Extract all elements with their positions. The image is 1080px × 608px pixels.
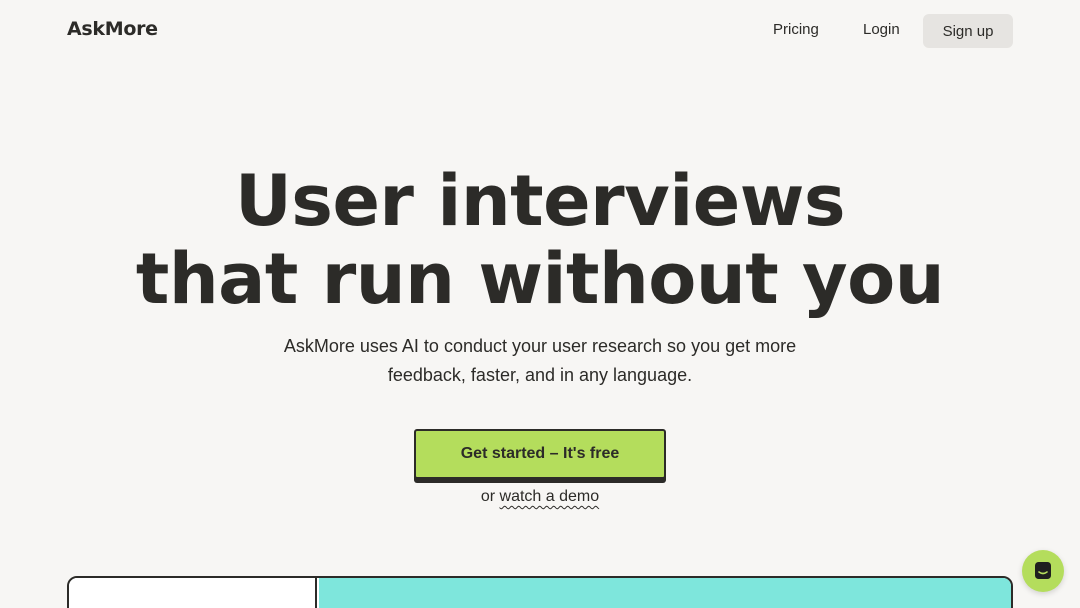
hero-title-line-1: User interviews: [234, 160, 846, 242]
watch-demo-link[interactable]: watch a demo: [500, 488, 600, 505]
get-started-button[interactable]: Get started – It's free: [414, 429, 666, 479]
sign-up-button[interactable]: Sign up: [923, 14, 1013, 48]
hero-title-line-2: that run without you: [135, 238, 945, 320]
preview-main-panel: [319, 578, 1011, 608]
chat-bubble-icon: [1035, 562, 1051, 579]
nav-link-pricing[interactable]: Pricing: [773, 21, 819, 38]
product-preview: [67, 576, 1013, 608]
hero-subtitle-line-2: feedback, faster, and in any language.: [387, 365, 693, 385]
chat-launcher-button[interactable]: [1022, 550, 1064, 592]
logo[interactable]: AskMore: [67, 18, 158, 40]
hero-subtitle: AskMore uses AI to conduct your user res…: [240, 332, 840, 390]
watch-demo-prefix: or: [480, 488, 500, 505]
top-nav: AskMore Pricing Login Sign up: [0, 0, 1080, 62]
hero-subtitle-line-1: AskMore uses AI to conduct your user res…: [283, 336, 797, 356]
watch-demo-line: or watch a demo: [0, 488, 1080, 506]
hero-title: User interviews that run without you: [0, 162, 1080, 318]
preview-sidebar-panel: [69, 578, 317, 608]
nav-link-login[interactable]: Login: [863, 21, 900, 38]
